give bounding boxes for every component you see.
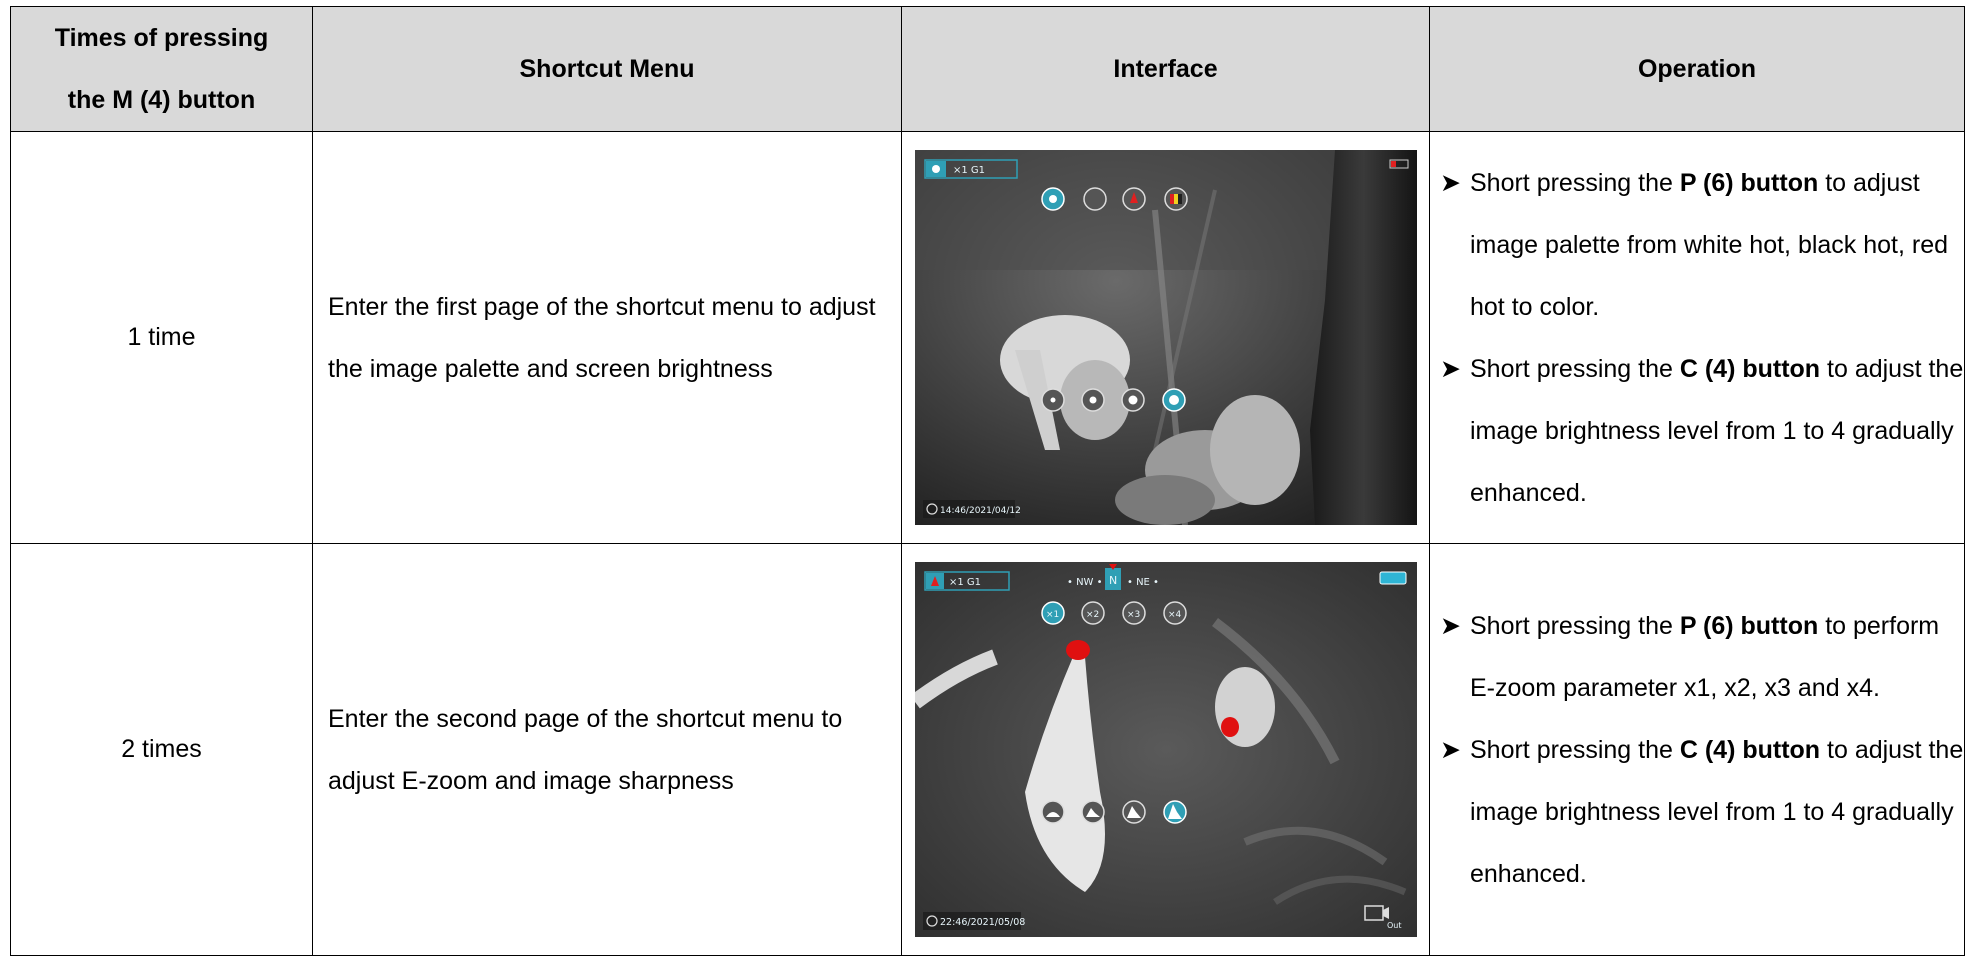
interface-cell: ×1 G1 • NW • N • NE • ×1 ×2 ×3 ×4 22:46/… bbox=[901, 543, 1430, 956]
operation-cell: ➤ Short pressing the P (6) button to adj… bbox=[1429, 131, 1965, 544]
palette-black-hot-icon bbox=[1082, 187, 1107, 211]
device-screenshot-zoom: ×1 G1 • NW • N • NE • ×1 ×2 ×3 ×4 22:46/… bbox=[914, 562, 1417, 937]
brightness-level-1-icon bbox=[1040, 388, 1065, 412]
zoom-x3-icon: ×3 bbox=[1121, 601, 1146, 625]
compass-left-text: • NW • bbox=[1067, 577, 1103, 588]
out-label-text: Out bbox=[1387, 921, 1402, 930]
compass-right-text: • NE • bbox=[1127, 577, 1159, 588]
menu-description: Enter the second page of the shortcut me… bbox=[312, 543, 902, 956]
operation-cell: ➤ Short pressing the P (6) button to per… bbox=[1429, 543, 1965, 956]
table-row: 1 time Enter the first page of the short… bbox=[10, 131, 1965, 544]
palette-white-hot-icon bbox=[1040, 187, 1065, 211]
menu-description: Enter the first page of the shortcut men… bbox=[312, 131, 902, 544]
zoom-x4-icon: ×4 bbox=[1162, 601, 1187, 625]
sun-icon bbox=[931, 165, 940, 173]
svg-text:×2: ×2 bbox=[1086, 610, 1099, 620]
arrow-bullet-icon: ➤ bbox=[1440, 611, 1461, 640]
header-row: Times of pressing the M (4) button Short… bbox=[10, 6, 1965, 132]
svg-text:×1: ×1 bbox=[1046, 610, 1059, 620]
operation-item: ➤ Short pressing the P (6) button to adj… bbox=[1440, 152, 1964, 338]
status-text: ×1 G1 bbox=[949, 577, 981, 588]
header-operation: Operation bbox=[1429, 6, 1965, 132]
arrow-bullet-icon: ➤ bbox=[1440, 168, 1461, 197]
palette-color-icon bbox=[1163, 187, 1188, 211]
sharpness-level-3-icon bbox=[1121, 800, 1146, 824]
header-shortcut-menu: Shortcut Menu bbox=[312, 6, 902, 132]
times-cell: 1 time bbox=[10, 131, 313, 544]
operation-item: ➤ Short pressing the P (6) button to per… bbox=[1440, 595, 1964, 719]
brightness-level-3-icon bbox=[1120, 388, 1145, 412]
table-row: 2 times Enter the second page of the sho… bbox=[10, 543, 1965, 956]
svg-text:×4: ×4 bbox=[1168, 610, 1182, 620]
device-screenshot-palette: ×1 G1 14:46/2021/04/12 bbox=[914, 150, 1417, 525]
sharpness-level-4-icon bbox=[1162, 800, 1187, 824]
operation-item: ➤ Short pressing the C (4) button to adj… bbox=[1440, 338, 1964, 524]
svg-text:×3: ×3 bbox=[1127, 610, 1140, 620]
arrow-bullet-icon: ➤ bbox=[1440, 354, 1461, 383]
palette-red-hot-icon bbox=[1121, 187, 1146, 211]
timestamp-text: 14:46/2021/04/12 bbox=[940, 506, 1021, 516]
status-text: ×1 G1 bbox=[953, 165, 985, 176]
compass-center-text: N bbox=[1109, 574, 1117, 587]
header-interface: Interface bbox=[901, 6, 1430, 132]
times-cell: 2 times bbox=[10, 543, 313, 956]
header-times-line2: the M (4) button bbox=[67, 86, 256, 114]
operation-item: ➤ Short pressing the C (4) button to adj… bbox=[1440, 719, 1964, 905]
brightness-level-4-icon bbox=[1161, 388, 1186, 412]
arrow-bullet-icon: ➤ bbox=[1440, 735, 1461, 764]
header-times-line1: Times of pressing bbox=[54, 24, 269, 52]
timestamp-text: 22:46/2021/05/08 bbox=[940, 917, 1025, 928]
interface-cell: ×1 G1 14:46/2021/04/12 bbox=[901, 131, 1430, 544]
sharpness-level-1-icon bbox=[1040, 800, 1065, 824]
manual-table: Times of pressing the M (4) button Short… bbox=[10, 6, 1965, 956]
brightness-level-2-icon bbox=[1080, 388, 1105, 412]
zoom-x2-icon: ×2 bbox=[1080, 601, 1105, 625]
sharpness-level-2-icon bbox=[1080, 800, 1105, 824]
header-times: Times of pressing the M (4) button bbox=[10, 6, 313, 132]
battery-icon bbox=[1379, 571, 1406, 585]
zoom-x1-icon: ×1 bbox=[1040, 601, 1065, 625]
